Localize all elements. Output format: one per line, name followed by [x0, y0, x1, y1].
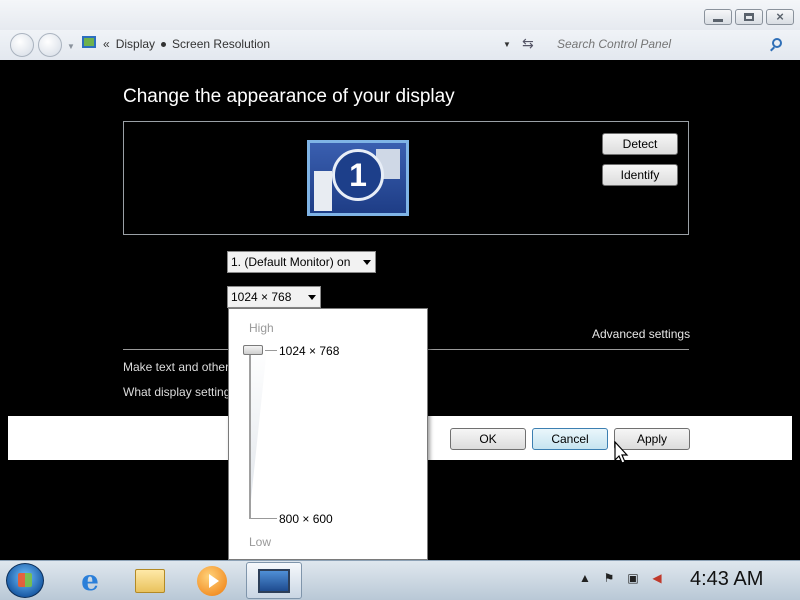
slider-track[interactable] — [249, 347, 267, 519]
taskbar-clock[interactable]: 4:43 AM — [690, 568, 763, 591]
slider-tick-bottom — [251, 518, 277, 519]
start-button[interactable] — [6, 563, 44, 598]
slider-tick-top — [265, 350, 277, 351]
recent-pages-dropdown[interactable]: ▼ — [67, 42, 75, 51]
close-button[interactable]: × — [766, 9, 794, 25]
resolution-slider-popup: High 1024 × 768 800 × 600 Low — [228, 308, 428, 560]
maximize-icon — [744, 13, 754, 21]
refresh-icon[interactable]: ⇆ — [522, 35, 534, 52]
page-title: Change the appearance of your display — [123, 86, 455, 107]
mouse-cursor-icon — [614, 440, 630, 470]
breadcrumb-display[interactable]: Display — [116, 37, 155, 51]
control-panel-icon — [82, 36, 96, 48]
window-controls: × — [704, 9, 794, 25]
close-icon: × — [776, 9, 784, 24]
minimize-button[interactable] — [704, 9, 732, 25]
show-hidden-icons-icon[interactable]: ▲ — [578, 571, 592, 585]
taskbar-internet-explorer[interactable]: e — [62, 562, 118, 599]
search-box — [548, 34, 792, 54]
advanced-settings-link[interactable]: Advanced settings — [592, 327, 690, 341]
search-input[interactable] — [548, 34, 792, 54]
monitor-number-badge: 1 — [332, 149, 384, 201]
resolution-select[interactable]: 1024 × 768 — [227, 286, 321, 308]
title-bar: × — [0, 0, 800, 30]
search-icon[interactable] — [772, 38, 782, 48]
back-button[interactable] — [10, 33, 34, 57]
breadcrumb-screen-resolution[interactable]: Screen Resolution — [172, 37, 270, 51]
media-player-icon — [197, 565, 227, 596]
slider-top-value[interactable]: 1024 × 768 — [279, 344, 339, 358]
display-settings-icon — [258, 568, 290, 593]
taskbar-display-settings[interactable] — [246, 562, 302, 599]
text-size-link[interactable]: Make text and other — [123, 360, 229, 374]
breadcrumb: « Display Screen Resolution — [103, 37, 270, 51]
minimize-icon — [713, 18, 723, 22]
display-select[interactable]: 1. (Default Monitor) on — [227, 251, 376, 273]
forward-button[interactable] — [38, 33, 62, 57]
maximize-button[interactable] — [735, 9, 763, 25]
display-settings-help-link[interactable]: What display setting — [123, 385, 230, 399]
slider-line — [249, 347, 251, 519]
volume-muted-icon[interactable]: ◀ — [650, 571, 664, 585]
network-icon[interactable]: ▣ — [626, 571, 640, 585]
taskbar-media-player[interactable] — [184, 562, 240, 599]
taskbar-windows-explorer[interactable] — [122, 562, 178, 599]
chevron-down-icon — [363, 260, 371, 265]
address-dropdown-icon[interactable]: ▼ — [503, 40, 511, 49]
slider-high-label: High — [249, 321, 274, 335]
taskbar — [0, 560, 800, 600]
breadcrumb-chevrons[interactable]: « — [103, 37, 110, 51]
system-tray: ▲ ⚑ ▣ ◀ — [578, 571, 664, 585]
windows-explorer-icon — [135, 568, 165, 593]
internet-explorer-icon: e — [81, 564, 99, 597]
chevron-down-icon — [308, 295, 316, 300]
identify-button[interactable]: Identify — [602, 164, 678, 186]
slider-bottom-value[interactable]: 800 × 600 — [279, 512, 333, 526]
display-select-value: 1. (Default Monitor) on — [231, 255, 351, 269]
slider-thumb[interactable] — [243, 345, 263, 355]
ok-button[interactable]: OK — [450, 428, 526, 450]
action-center-flag-icon[interactable]: ⚑ — [602, 571, 616, 585]
slider-low-label: Low — [249, 535, 272, 549]
cancel-button[interactable]: Cancel — [532, 428, 608, 450]
resolution-select-value: 1024 × 768 — [231, 290, 292, 304]
detect-button[interactable]: Detect — [602, 133, 678, 155]
breadcrumb-separator-icon — [161, 41, 167, 47]
monitor-thumbnail-sidebar — [314, 171, 332, 211]
